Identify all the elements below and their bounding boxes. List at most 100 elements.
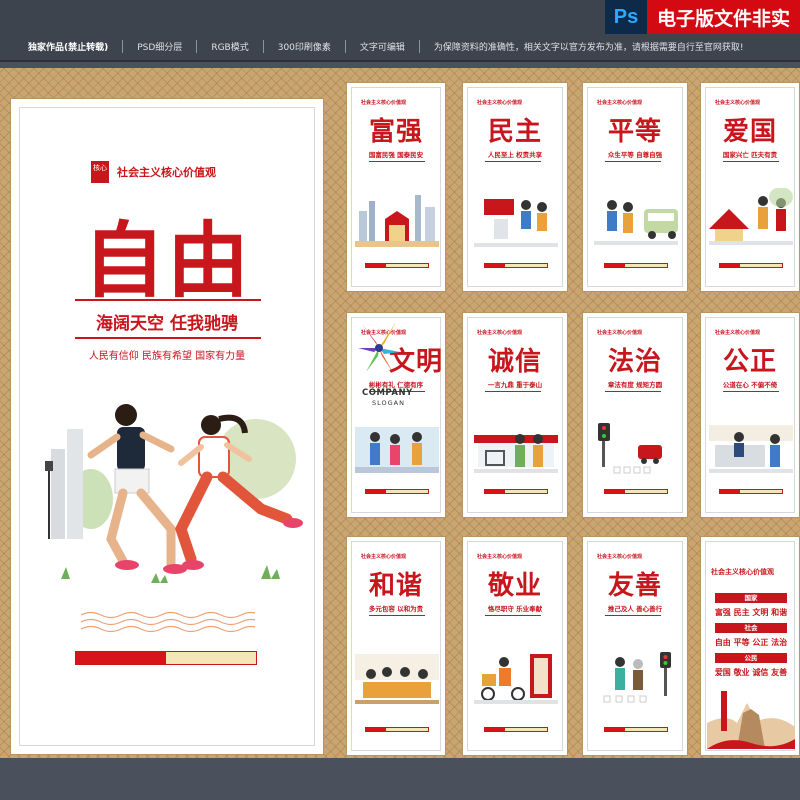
featured-poster[interactable]: 核心 社会主义核心价值观 自由 海阔天空 任我驰骋 人民有信仰 民族有希望 国家… bbox=[10, 98, 324, 755]
poster-title: 法治 bbox=[607, 347, 662, 377]
poster-header-text: 社会主义核心价值观 bbox=[597, 100, 643, 106]
value-poster[interactable]: 社会主义核心价值观 平等 众生平等 自尊自强 bbox=[582, 82, 688, 292]
poster-illustration bbox=[598, 423, 662, 474]
progress-fill bbox=[485, 264, 505, 267]
poster-subtitle: 章法有度 规矩方圆 bbox=[607, 381, 663, 389]
poster-illustration bbox=[355, 427, 439, 473]
poster-title: 富强 bbox=[368, 117, 423, 147]
values-group-line: 自由 平等 公正 法治 bbox=[714, 638, 788, 647]
values-group-line: 富强 民主 文明 和谐 bbox=[714, 608, 788, 617]
divider bbox=[723, 391, 779, 392]
progress-bar bbox=[604, 489, 668, 494]
info-exclusive: 独家作品(禁止转载) bbox=[0, 39, 124, 53]
divider bbox=[75, 337, 261, 339]
poster-illustration bbox=[709, 188, 793, 245]
progress-fill bbox=[605, 264, 625, 267]
progress-fill bbox=[605, 490, 625, 493]
poster-subtitle: 公道在心 不偏不倚 bbox=[722, 381, 778, 389]
poster-header-text: 社会主义核心价值观 bbox=[361, 554, 407, 560]
poster-subtitle: 国家兴亡 匹夫有责 bbox=[722, 151, 778, 159]
poster-header: 核心 社会主义核心价值观 bbox=[91, 161, 291, 183]
poster-header-text: 社会主义核心价值观 bbox=[361, 100, 407, 106]
poster-subtitle: 一言九鼎 重于泰山 bbox=[487, 381, 543, 389]
poster-header-text: 社会主义核心价值观 bbox=[477, 100, 523, 106]
poster-illustration bbox=[474, 654, 558, 704]
company-logo bbox=[358, 322, 400, 374]
value-poster[interactable]: 社会主义核心价值观敬业恪尽职守 乐业奉献 bbox=[462, 536, 568, 756]
info-bar: 独家作品(禁止转载) PSD细分层 RGB模式 300印刷像素 文字可编辑 为保… bbox=[0, 36, 800, 56]
progress-bar bbox=[604, 263, 668, 268]
progress-fill bbox=[366, 264, 386, 267]
value-poster[interactable]: 社会主义核心价值观 和谐 多元包容 以和为贵 bbox=[346, 536, 446, 756]
poster-illustration bbox=[709, 425, 793, 473]
progress-fill bbox=[720, 264, 740, 267]
poster-header-text: 社会主义核心价值观 bbox=[715, 330, 761, 336]
info-layers: PSD细分层 bbox=[123, 39, 198, 53]
poster-illustration bbox=[474, 434, 558, 473]
value-poster[interactable]: 社会主义核心价值观公正公道在心 不偏不倚 bbox=[700, 312, 800, 518]
top-bar: 独家作品(禁止转载) PSD细分层 RGB模式 300印刷像素 文字可编辑 为保… bbox=[0, 0, 800, 62]
progress-bar bbox=[365, 263, 429, 268]
progress-bar bbox=[484, 727, 548, 732]
poster-title: 爱国 bbox=[722, 117, 777, 147]
divider bbox=[605, 161, 661, 162]
progress-bar bbox=[719, 263, 783, 268]
info-resolution: 300印刷像素 bbox=[264, 39, 346, 53]
value-poster[interactable]: 社会主义核心价值观富强国富民强 国泰民安 bbox=[346, 82, 446, 292]
poster-subtitle: 人民至上 权责共享 bbox=[487, 151, 543, 159]
wave-decoration bbox=[81, 611, 255, 633]
core-values-poster[interactable]: 社会主义核心价值观 国家 富强 民主 文明 和谐 社会 自由 平等 公正 法治 … bbox=[700, 536, 800, 756]
poster-header-text: 社会主义核心价值观 bbox=[715, 100, 761, 106]
poster-title: 诚信 bbox=[487, 347, 542, 377]
poster-header-text: 社会主义核心价值观 bbox=[597, 330, 643, 336]
ps-badge-text: 电子版文件非实 bbox=[646, 0, 800, 34]
ps-badge: Ps 电子版文件非实 bbox=[604, 0, 800, 34]
poster-subtitle: 国富民强 国泰民安 bbox=[368, 151, 424, 159]
info-color-mode: RGB模式 bbox=[197, 39, 264, 53]
value-poster[interactable]: 社会主义核心价值观爱国国家兴亡 匹夫有责 bbox=[700, 82, 800, 292]
divider bbox=[369, 161, 425, 162]
progress-fill bbox=[720, 490, 740, 493]
progress-fill bbox=[366, 490, 386, 493]
info-editable: 文字可编辑 bbox=[346, 39, 420, 53]
poster-illustration bbox=[594, 200, 678, 245]
value-poster[interactable]: 社会主义核心价值观诚信一言九鼎 重于泰山 bbox=[462, 312, 568, 518]
poster-title: 民主 bbox=[487, 117, 542, 147]
progress-fill bbox=[76, 652, 166, 664]
divider bbox=[75, 299, 261, 301]
seal-icon: 核心 bbox=[91, 161, 109, 183]
values-group-label: 社会 bbox=[715, 623, 787, 633]
divider bbox=[485, 391, 541, 392]
progress-bar bbox=[484, 489, 548, 494]
progress-fill bbox=[485, 490, 505, 493]
values-poster-header: 社会主义核心价值观 bbox=[711, 568, 774, 576]
poster-header-text: 社会主义核心价值观 bbox=[477, 330, 523, 336]
divider bbox=[369, 615, 425, 616]
value-poster[interactable]: 社会主义核心价值观法治章法有度 规矩方圆 bbox=[582, 312, 688, 518]
poster-title: 友善 bbox=[607, 571, 662, 601]
poster-subtitle: 推己及人 善心善行 bbox=[607, 605, 663, 613]
poster-subtitle: 众生平等 自尊自强 bbox=[607, 151, 663, 159]
divider bbox=[605, 615, 661, 616]
value-poster[interactable]: 社会主义核心价值观民主人民至上 权责共享 bbox=[462, 82, 568, 292]
progress-fill bbox=[485, 728, 505, 731]
poster-header-text: 社会主义核心价值观 bbox=[477, 554, 523, 560]
poster-illustration bbox=[355, 654, 439, 704]
poster-title: 公正 bbox=[722, 347, 777, 377]
value-poster[interactable]: 社会主义核心价值观友善推己及人 善心善行 bbox=[582, 536, 688, 756]
poster-subtitle: 恪尽职守 乐业奉献 bbox=[487, 605, 543, 613]
poster-title: 敬业 bbox=[487, 571, 542, 601]
poster-title: 自由 bbox=[82, 214, 251, 309]
divider bbox=[485, 161, 541, 162]
progress-fill bbox=[605, 728, 625, 731]
bottom-bar bbox=[0, 758, 800, 800]
values-group-line: 爱国 敬业 诚信 友善 bbox=[714, 668, 788, 677]
progress-bar bbox=[719, 489, 783, 494]
progress-bar bbox=[75, 651, 257, 665]
poster-illustration bbox=[355, 195, 439, 247]
poster-subslogan: 人民有信仰 民族有希望 国家有力量 bbox=[88, 351, 246, 362]
poster-header-text: 社会主义核心价值观 bbox=[597, 554, 643, 560]
progress-bar bbox=[604, 727, 668, 732]
runners-illustration bbox=[45, 404, 303, 583]
values-group-label: 公民 bbox=[715, 653, 787, 663]
